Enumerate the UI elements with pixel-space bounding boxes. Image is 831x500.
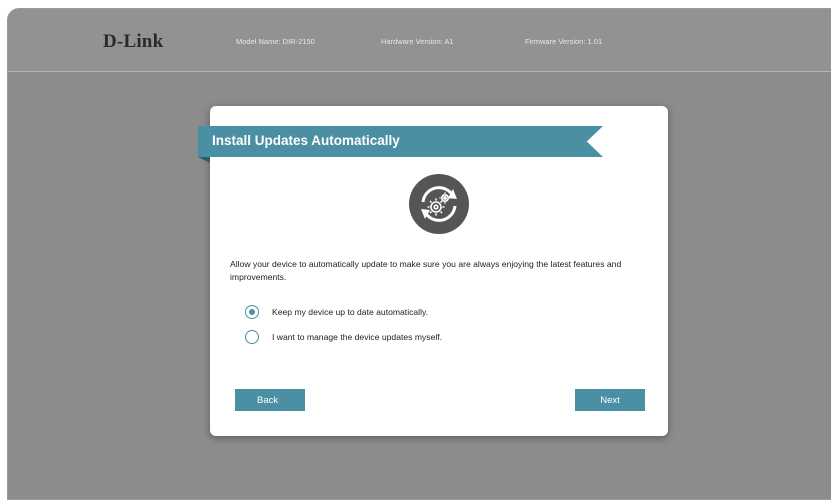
install-updates-dialog: Install Updates Automatically Allow your… xyxy=(198,106,668,436)
browser-viewport: D-Link Model Name: DIR-2150 Hardware Ver… xyxy=(7,8,831,500)
header-bar: D-Link Model Name: DIR-2150 Hardware Ver… xyxy=(8,9,831,72)
back-button[interactable]: Back xyxy=(235,389,305,411)
option-auto-update[interactable]: Keep my device up to date automatically. xyxy=(245,305,428,319)
title-banner: Install Updates Automatically xyxy=(198,126,603,157)
next-button[interactable]: Next xyxy=(575,389,645,411)
option-label: Keep my device up to date automatically. xyxy=(272,307,429,317)
description-text: Allow your device to automatically updat… xyxy=(230,259,622,282)
gear-refresh-icon xyxy=(409,174,469,234)
hardware-version: Hardware Version: A1 xyxy=(381,37,454,46)
radio-selected[interactable] xyxy=(245,305,259,319)
option-label: I want to manage the device updates myse… xyxy=(272,332,443,342)
banner-fold xyxy=(198,157,210,163)
option-manual-update[interactable]: I want to manage the device updates myse… xyxy=(245,330,442,344)
dlink-logo: D-Link xyxy=(103,31,164,52)
dialog-title: Install Updates Automatically xyxy=(212,133,400,148)
radio-dot xyxy=(249,309,255,315)
model-name: Model Name: DIR-2150 xyxy=(236,37,315,46)
radio-unselected[interactable] xyxy=(245,330,259,344)
firmware-version: Firmware Version: 1.01 xyxy=(525,37,603,46)
